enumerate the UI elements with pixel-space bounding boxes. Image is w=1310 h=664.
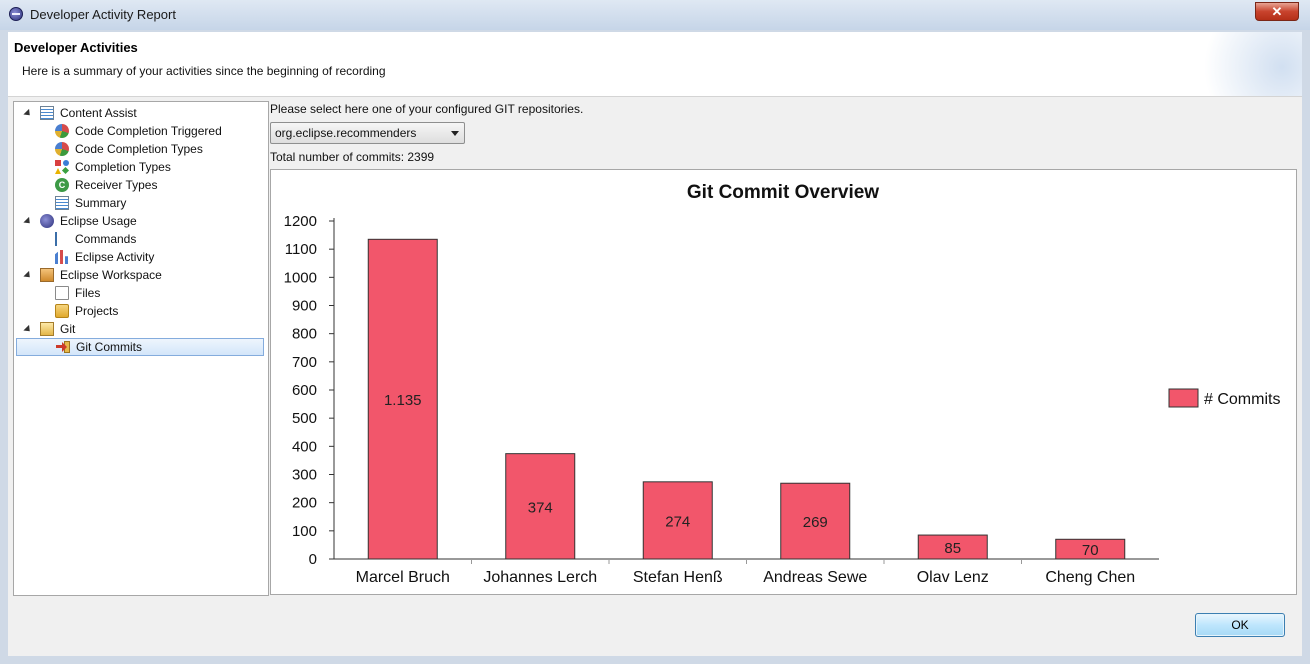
chart-title: Git Commit Overview	[687, 182, 879, 203]
tree-item-content-assist[interactable]: Content Assist	[23, 104, 137, 122]
tree-item-completion-types[interactable]: Completion Types	[55, 158, 171, 176]
dialog-client: Developer Activities Here is a summary o…	[8, 32, 1302, 656]
chevron-down-icon	[451, 131, 459, 136]
expand-arrow-icon[interactable]	[23, 324, 33, 334]
y-tick-label: 200	[292, 495, 317, 512]
y-tick-label: 1200	[284, 213, 317, 230]
tree-item-label: Eclipse Workspace	[60, 268, 162, 282]
tree-item-git[interactable]: Git	[23, 320, 76, 338]
tree-item-label: Content Assist	[60, 106, 137, 120]
y-tick-label: 400	[292, 438, 317, 455]
tree-item-label: Completion Types	[75, 160, 171, 174]
tree-item-label: Code Completion Types	[75, 142, 203, 156]
repository-select[interactable]: org.eclipse.recommenders	[270, 122, 465, 144]
eclipse-icon	[9, 7, 23, 21]
y-tick-label: 1100	[285, 241, 317, 258]
pie-chart-icon	[55, 124, 69, 138]
folder-icon	[55, 304, 69, 318]
x-tick-label: Marcel Bruch	[356, 569, 450, 586]
y-tick-label: 900	[292, 298, 317, 315]
y-tick-label: 100	[292, 523, 317, 540]
tree-item-label: Eclipse Activity	[75, 250, 155, 264]
workspace-icon	[40, 268, 54, 282]
header-decoration	[1192, 32, 1302, 96]
tree-item-label: Commands	[75, 232, 137, 246]
tree-item-label: Summary	[75, 196, 127, 210]
y-tick-label: 600	[292, 382, 317, 399]
legend-swatch	[1168, 388, 1199, 408]
expand-arrow-icon[interactable]	[23, 216, 33, 226]
tree-item-label: Files	[75, 286, 101, 300]
y-tick-label: 300	[292, 467, 317, 484]
navigation-tree[interactable]: Content Assist Code Completion Triggered C…	[13, 101, 269, 596]
dialog-header: Developer Activities Here is a summary o…	[8, 32, 1302, 97]
bar-chart-icon	[55, 250, 69, 264]
pie-chart-icon	[55, 142, 69, 156]
tree-item-summary[interactable]: Summary	[55, 194, 126, 212]
x-tick-label: Olav Lenz	[917, 569, 989, 586]
tree-item-commands[interactable]: Commands	[55, 230, 136, 248]
commands-icon	[55, 232, 69, 246]
file-icon	[55, 286, 69, 300]
eclipse-icon	[40, 214, 54, 228]
y-tick-label: 1000	[284, 269, 317, 286]
git-icon	[40, 322, 54, 336]
bar-data-label: 269	[803, 514, 828, 531]
x-tick-label: Cheng Chen	[1045, 569, 1135, 586]
y-tick-label: 800	[292, 326, 317, 343]
class-icon: C	[55, 178, 69, 192]
tree-item-label: Receiver Types	[75, 178, 158, 192]
tree-item-label: Git	[60, 322, 76, 336]
ok-button[interactable]: OK	[1195, 613, 1285, 637]
bar-data-label: 274	[665, 513, 690, 530]
tree-item-files[interactable]: Files	[55, 284, 100, 302]
bar-data-label: 70	[1082, 542, 1099, 559]
y-tick-label: 700	[292, 354, 317, 371]
expand-arrow-icon[interactable]	[23, 108, 33, 118]
list-icon	[55, 196, 69, 210]
tree-item-receiver-types[interactable]: C Receiver Types	[55, 176, 157, 194]
bar-data-label: 1.135	[384, 392, 422, 409]
shapes-icon	[55, 160, 70, 175]
tree-item-projects[interactable]: Projects	[55, 302, 118, 320]
git-commit-icon	[56, 340, 70, 354]
tree-item-eclipse-usage[interactable]: Eclipse Usage	[23, 212, 137, 230]
legend-label: # Commits	[1204, 391, 1280, 408]
header-description: Here is a summary of your activities sin…	[22, 64, 386, 78]
chart-panel: Git Commit Overview 0 100 200 300 400 500 600 70…	[270, 169, 1297, 595]
total-commits: Total number of commits: 2399	[270, 150, 435, 164]
git-commit-chart: Git Commit Overview 0 100 200 300 400 500 600 70…	[284, 182, 1281, 586]
tree-item-code-completion-triggered[interactable]: Code Completion Triggered	[55, 122, 222, 140]
y-tick-label: 0	[309, 551, 317, 568]
title-bar: Developer Activity Report ✕	[0, 0, 1310, 30]
y-tick-label: 500	[292, 410, 317, 427]
bar-data-label: 374	[528, 499, 553, 516]
tree-item-label: Code Completion Triggered	[75, 124, 222, 138]
tree-item-label: Projects	[75, 304, 119, 318]
close-button[interactable]: ✕	[1255, 2, 1299, 21]
tree-item-git-commits[interactable]: Git Commits	[16, 338, 264, 356]
tree-item-label: Git Commits	[76, 340, 142, 354]
window-title: Developer Activity Report	[30, 7, 176, 22]
header-title: Developer Activities	[14, 40, 138, 55]
x-tick-label: Andreas Sewe	[763, 569, 867, 586]
repository-prompt: Please select here one of your configure…	[270, 102, 584, 116]
repository-select-value: org.eclipse.recommenders	[275, 126, 417, 140]
x-tick-label: Stefan Henß	[633, 569, 723, 586]
list-icon	[40, 106, 54, 120]
expand-arrow-icon[interactable]	[23, 270, 33, 280]
x-tick-label: Johannes Lerch	[483, 569, 597, 586]
tree-item-label: Eclipse Usage	[60, 214, 137, 228]
bar-data-label: 85	[944, 540, 961, 557]
tree-item-code-completion-types[interactable]: Code Completion Types	[55, 140, 203, 158]
tree-item-eclipse-activity[interactable]: Eclipse Activity	[55, 248, 154, 266]
tree-item-eclipse-workspace[interactable]: Eclipse Workspace	[23, 266, 162, 284]
